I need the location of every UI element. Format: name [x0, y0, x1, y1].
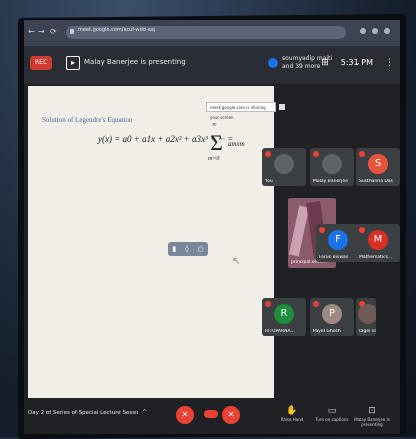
star-icon[interactable]	[372, 28, 378, 34]
participant-name: Faruk Biswas	[319, 255, 349, 260]
extension-bar	[360, 28, 390, 34]
more-options-icon[interactable]: ⋮	[385, 58, 394, 68]
meeting-title: Day 2 of Series of Special Lecture Sessi…	[28, 410, 138, 416]
participant-name: Mathematics...	[359, 255, 393, 260]
sum-upper-limit: ∞	[212, 122, 217, 128]
mic-off-icon	[319, 227, 325, 233]
mic-off-button[interactable]: ✕	[176, 406, 194, 424]
clock: 5:31 PM	[340, 58, 373, 67]
slide-controls: ▮ ◊ ○	[168, 242, 208, 256]
more-icon[interactable]: ○	[197, 245, 203, 253]
mic-off-icon: ✕	[181, 410, 189, 419]
meet-header: REC ▸ Malay Banerjee is presenting soumy…	[24, 46, 400, 84]
presentation-icon: ▸	[66, 56, 80, 70]
mic-off-icon	[265, 301, 271, 307]
mic-off-icon	[265, 151, 271, 157]
avatar	[322, 154, 342, 174]
participant-name: Susthanna Das	[359, 179, 393, 184]
participant-name: You	[265, 179, 273, 184]
layout-icon[interactable]: ⊞	[321, 58, 329, 68]
hang-up-button[interactable]	[204, 410, 218, 418]
participant-tile[interactable]: P Payel Ghosh	[310, 298, 354, 336]
mute-icon[interactable]: ◊	[185, 245, 188, 253]
presenting-status: Malay Banerjee is presenting	[84, 58, 186, 66]
mic-off-icon	[359, 227, 365, 233]
video-frame	[288, 205, 310, 257]
present-icon: ⊡	[368, 406, 376, 416]
back-icon[interactable]: ←	[28, 27, 35, 36]
avatar	[274, 154, 294, 174]
avatar: R	[274, 304, 294, 324]
extension-icon[interactable]	[360, 28, 366, 34]
monitor-screen: ← → ⟳ meet.google.com/xcuf-wdd-aaj REC ▸…	[24, 20, 400, 434]
participant-tile[interactable]: R RITUPARNA...	[262, 298, 306, 336]
participant-name: Malay Banerjee	[313, 179, 348, 184]
sum-symbol: Σ	[210, 130, 223, 155]
camera-off-button[interactable]: ✕	[222, 406, 240, 424]
pin-icon[interactable]: ▮	[172, 245, 176, 253]
lock-icon	[70, 29, 74, 34]
chevron-up-icon[interactable]: ^	[142, 409, 147, 416]
mic-off-icon	[313, 151, 319, 157]
participant-name: Payel Ghosh	[313, 329, 341, 334]
address-bar[interactable]: meet.google.com/xcuf-wdd-aaj	[66, 26, 346, 39]
meet-control-bar: Day 2 of Series of Special Lecture Sessi…	[24, 400, 400, 434]
forward-icon[interactable]: →	[38, 27, 45, 36]
sharing-notice-text: meet.google.com is sharing your screen	[210, 105, 266, 120]
participant-tile[interactable]: Malay Banerjee	[310, 148, 354, 186]
participant-tile[interactable]: tagel sarkar	[356, 298, 376, 336]
participant-tile[interactable]: M Mathematics...	[356, 224, 400, 262]
participant-tile[interactable]: S Susthanna Das	[356, 148, 400, 186]
layout-tools: ⊞ 5:31 PM ⋮	[321, 58, 394, 68]
sum-term: amxm	[228, 140, 245, 148]
avatar	[268, 58, 278, 68]
avatar: P	[322, 304, 342, 324]
slide-title: Solution of Legendre's Equation	[42, 116, 133, 124]
participant-tile[interactable]: F Faruk Biswas	[316, 224, 360, 262]
reload-icon[interactable]: ⟳	[50, 27, 57, 36]
sum-lower-limit: m=0	[208, 156, 220, 162]
avatar: M	[368, 230, 388, 250]
mic-off-icon	[359, 151, 365, 157]
present-button[interactable]: ⊡ Malay Banerjee is presenting	[352, 406, 392, 427]
avatar: S	[368, 154, 388, 174]
present-label: Malay Banerjee is presenting	[354, 417, 390, 427]
camera-off-icon: ✕	[227, 410, 235, 419]
recording-badge: REC	[30, 56, 53, 70]
avatar: F	[328, 230, 348, 250]
shared-slide: meet.google.com is sharing your screen S…	[28, 86, 285, 398]
participant-name: RITUPARNA...	[265, 329, 295, 334]
close-icon[interactable]	[279, 104, 285, 110]
browser-toolbar: ← → ⟳ meet.google.com/xcuf-wdd-aaj	[24, 20, 400, 46]
url-text: meet.google.com/xcuf-wdd-aaj	[78, 27, 156, 33]
captions-icon: ▭	[327, 406, 337, 416]
profile-icon[interactable]	[384, 28, 390, 34]
raise-hand-button[interactable]: ✋ Raise Hand	[272, 406, 312, 422]
hand-icon: ✋	[286, 406, 298, 416]
participant-name: tagel sarkar	[359, 329, 376, 334]
avatar	[358, 304, 376, 324]
cursor-icon: ↖	[232, 256, 241, 267]
captions-button[interactable]: ▭ Turn on captions	[312, 406, 352, 422]
captions-label: Turn on captions	[315, 417, 349, 422]
mic-off-icon	[313, 301, 319, 307]
sharing-notice: meet.google.com is sharing your screen	[206, 102, 285, 120]
participant-tile[interactable]: You	[262, 148, 306, 186]
raise-hand-label: Raise Hand	[280, 417, 304, 422]
